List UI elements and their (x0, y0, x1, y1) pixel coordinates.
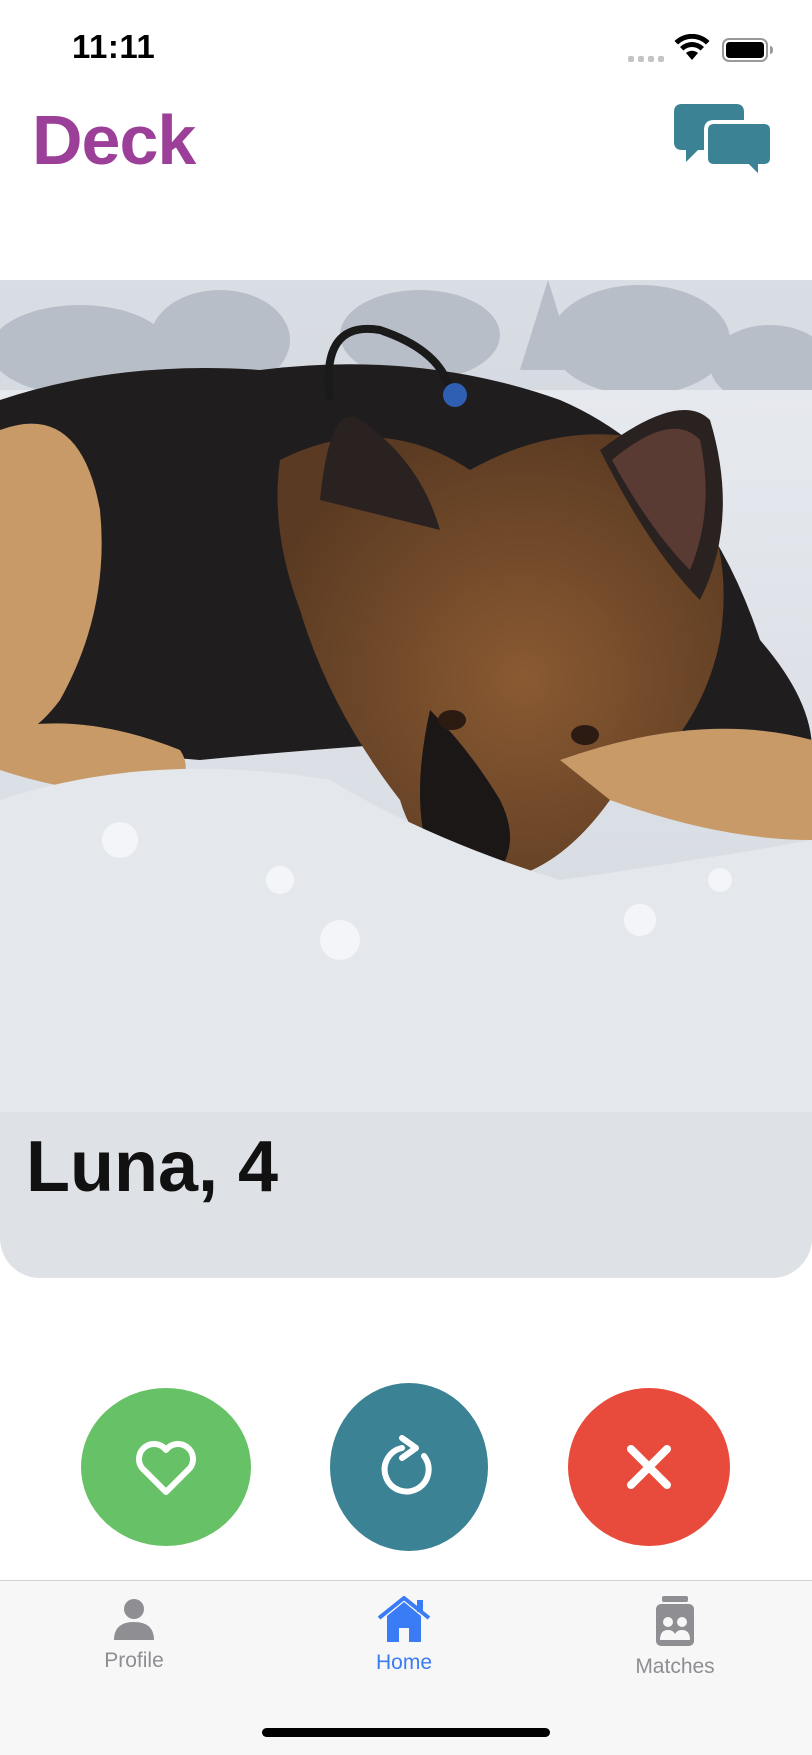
chat-bubbles-icon[interactable] (674, 102, 772, 182)
tab-profile[interactable]: Profile (54, 1596, 214, 1673)
dog-photo[interactable] (0, 280, 812, 1112)
battery-icon (722, 38, 773, 62)
tab-label-profile: Profile (104, 1649, 164, 1672)
cellular-signal-icon (628, 56, 664, 62)
like-button[interactable] (81, 1388, 251, 1546)
page-title: Deck (32, 101, 196, 179)
tab-label-matches: Matches (635, 1655, 715, 1678)
pet-name-age: Luna, 4 (26, 1127, 279, 1207)
status-time: 11:11 (72, 28, 156, 65)
undo-button[interactable] (330, 1383, 488, 1551)
matches-jar-icon (656, 1596, 694, 1646)
tab-matches[interactable]: Matches (595, 1596, 755, 1679)
redo-arrow-icon (381, 1435, 432, 1495)
tab-label-home: Home (375, 1651, 433, 1674)
person-icon (114, 1599, 154, 1640)
house-icon (377, 1596, 431, 1642)
close-x-icon (627, 1445, 671, 1489)
home-indicator[interactable] (262, 1728, 550, 1737)
heart-icon (136, 1441, 196, 1495)
pass-button[interactable] (568, 1388, 730, 1546)
wifi-icon (674, 34, 710, 60)
tab-home[interactable]: Home (324, 1596, 484, 1675)
